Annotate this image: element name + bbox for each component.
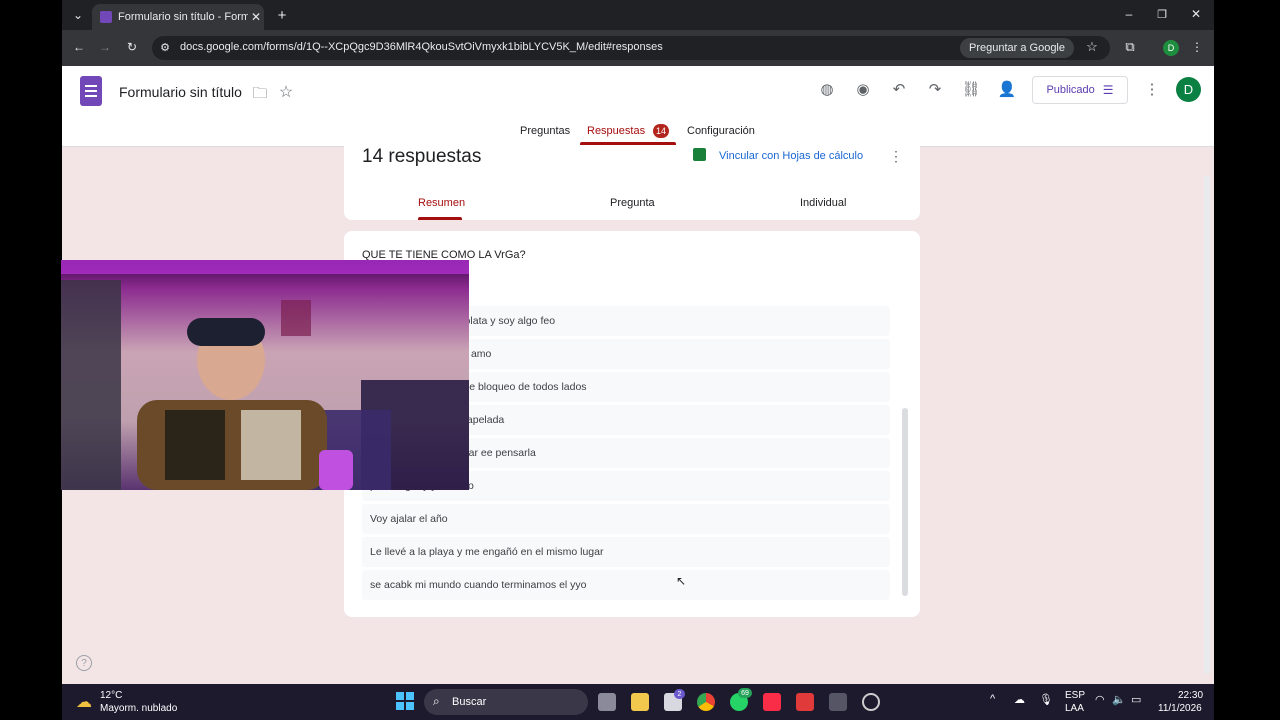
- browser-tab[interactable]: Formulario sin título - Formulario ✕: [92, 4, 264, 30]
- store-badge: 2: [674, 689, 685, 699]
- forms-favicon-icon: [100, 11, 112, 23]
- new-tab-icon[interactable]: +: [274, 7, 290, 24]
- restore-icon[interactable]: ❐: [1155, 8, 1169, 21]
- webcam-overlay: [61, 260, 469, 490]
- tray-chevron-icon[interactable]: ^: [990, 693, 995, 705]
- answer-item: Voy ajalar el año: [362, 504, 890, 534]
- clock-date[interactable]: 11/1/2026: [1158, 703, 1202, 714]
- weather-description: Mayorm. nublado: [100, 703, 178, 714]
- published-button[interactable]: Publicado ☰: [1032, 76, 1128, 104]
- taskbar-search[interactable]: ⌕ Buscar: [424, 689, 588, 715]
- responses-more-icon[interactable]: ⋮: [885, 148, 907, 165]
- webcam-scene: [61, 260, 469, 490]
- language-top[interactable]: ESP: [1065, 690, 1085, 701]
- account-initial: D: [1183, 82, 1194, 97]
- sheets-icon[interactable]: [693, 148, 706, 161]
- add-collaborator-icon[interactable]: 👤: [996, 80, 1018, 98]
- page-scrollbar[interactable]: [1204, 176, 1210, 674]
- search-icon: ⌕: [433, 694, 440, 708]
- clock-time[interactable]: 22:30: [1178, 690, 1203, 701]
- published-label: Publicado: [1046, 84, 1095, 96]
- task-view-icon[interactable]: [598, 693, 616, 711]
- tab-search-chevron-icon[interactable]: ⌄: [70, 8, 86, 22]
- ask-google-button[interactable]: Preguntar a Google: [960, 38, 1074, 58]
- app-icon[interactable]: [829, 693, 847, 711]
- obs-icon[interactable]: [862, 693, 880, 711]
- google-forms-icon[interactable]: [80, 76, 102, 106]
- subtab-resumen[interactable]: Resumen: [418, 197, 465, 209]
- responses-count: 14 respuestas: [362, 146, 482, 167]
- account-avatar[interactable]: D: [1176, 77, 1201, 102]
- recorder-icon[interactable]: [796, 693, 814, 711]
- url-text[interactable]: docs.google.com/forms/d/1Q--XCpQgc9D36Ml…: [180, 41, 663, 53]
- browser-menu-icon[interactable]: ⋮: [1190, 40, 1204, 54]
- bookmark-star-icon[interactable]: ☆: [1085, 39, 1099, 55]
- tab-configuracion[interactable]: Configuración: [687, 125, 755, 137]
- chrome-icon[interactable]: [697, 693, 715, 711]
- answer-item: Le llevé a la playa y me engañó en el mi…: [362, 537, 890, 567]
- file-explorer-icon[interactable]: [631, 693, 649, 711]
- weather-icon: ☁: [76, 694, 92, 711]
- whatsapp-badge: 69: [738, 688, 752, 698]
- preview-eye-icon[interactable]: ◉: [852, 80, 874, 98]
- link-icon[interactable]: ⛓: [960, 80, 982, 98]
- answer-item: se acabk mi mundo cuando terminamos el y…: [362, 570, 890, 600]
- language-bottom[interactable]: LAA: [1065, 703, 1084, 714]
- help-icon[interactable]: ?: [76, 655, 92, 671]
- move-folder-icon[interactable]: 🗀: [249, 83, 271, 108]
- star-icon[interactable]: ☆: [275, 82, 297, 102]
- answers-scrollbar[interactable]: [902, 408, 908, 596]
- back-icon[interactable]: ←: [72, 40, 86, 54]
- publish-settings-icon: ☰: [1102, 83, 1114, 97]
- redo-icon[interactable]: ↷: [924, 80, 946, 98]
- active-tab-indicator: [580, 142, 676, 145]
- reload-icon[interactable]: ↻: [125, 40, 139, 54]
- ask-google-label: Preguntar a Google: [968, 42, 1065, 54]
- music-icon[interactable]: [763, 693, 781, 711]
- windows-start-icon[interactable]: [396, 692, 414, 710]
- undo-icon[interactable]: ↶: [888, 80, 910, 98]
- subtab-pregunta[interactable]: Pregunta: [610, 197, 655, 209]
- responses-count-badge: 14: [653, 124, 669, 138]
- site-info-icon[interactable]: ⚙: [158, 41, 172, 54]
- volume-icon[interactable]: 🔈: [1112, 693, 1126, 706]
- subtab-individual[interactable]: Individual: [800, 197, 846, 209]
- form-title[interactable]: Formulario sin título: [119, 84, 242, 100]
- wifi-icon[interactable]: ◠: [1095, 693, 1105, 706]
- close-tab-icon[interactable]: ✕: [248, 10, 264, 24]
- battery-icon[interactable]: ▭: [1131, 693, 1141, 706]
- mouse-cursor-icon: ↖: [676, 574, 687, 588]
- weather-temp: 12°C: [100, 690, 123, 701]
- profile-initial: D: [1167, 43, 1175, 53]
- microphone-icon[interactable]: 🎙: [1039, 693, 1053, 706]
- palette-icon[interactable]: ◍: [816, 80, 838, 98]
- search-label: Buscar: [452, 696, 487, 708]
- tab-title: Formulario sin título - Formulario: [118, 11, 248, 23]
- tab-respuestas[interactable]: Respuestas: [587, 125, 645, 137]
- onedrive-icon[interactable]: ☁: [1014, 693, 1025, 706]
- profile-avatar[interactable]: D: [1163, 40, 1179, 56]
- subtab-indicator: [418, 217, 462, 220]
- more-options-icon[interactable]: ⋮: [1141, 80, 1163, 98]
- minimize-icon[interactable]: –: [1122, 7, 1136, 21]
- close-window-icon[interactable]: ✕: [1189, 7, 1203, 21]
- link-sheets-button[interactable]: Vincular con Hojas de cálculo: [719, 150, 863, 162]
- forward-icon[interactable]: →: [98, 40, 112, 54]
- extensions-icon[interactable]: ⧉: [1123, 39, 1137, 55]
- tab-preguntas[interactable]: Preguntas: [520, 125, 570, 137]
